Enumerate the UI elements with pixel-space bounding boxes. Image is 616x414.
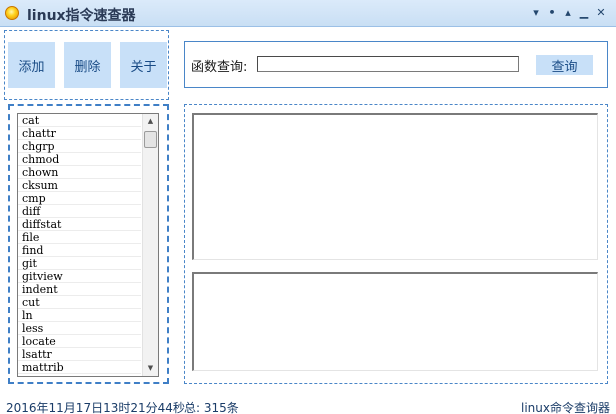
dot-menu-icon[interactable]: • <box>545 4 559 22</box>
status-app-name: linux命令查询器 <box>521 401 610 414</box>
collapse-up-icon[interactable]: ▴ <box>561 4 575 22</box>
list-item[interactable]: chmod <box>18 153 141 166</box>
command-list: cat chattr chgrp chmod chown cksum cmp diff diff… <box>18 114 141 376</box>
search-input[interactable] <box>257 56 519 72</box>
list-item[interactable]: git <box>18 257 141 270</box>
list-item[interactable]: ln <box>18 309 141 322</box>
list-item[interactable]: chown <box>18 166 141 179</box>
list-item[interactable]: diff <box>18 205 141 218</box>
window-title: linux指令速查器 <box>27 8 136 24</box>
scroll-down-arrow-icon[interactable]: ▼ <box>143 361 158 376</box>
about-button[interactable]: 关于 <box>120 42 167 88</box>
status-datetime: 2016年11月17日13时21分44秒 <box>6 401 185 414</box>
minimize-icon[interactable]: ▁ <box>577 4 591 22</box>
dropdown-menu-icon[interactable]: ▾ <box>529 4 543 22</box>
status-total-count: 总: 315条 <box>184 401 239 414</box>
app-sun-icon <box>5 6 19 20</box>
list-item[interactable]: indent <box>18 283 141 296</box>
list-item[interactable]: diffstat <box>18 218 141 231</box>
list-item[interactable]: cmp <box>18 192 141 205</box>
add-button[interactable]: 添加 <box>8 42 55 88</box>
command-listbox[interactable]: cat chattr chgrp chmod chown cksum cmp diff diff… <box>17 113 159 377</box>
detail-upper-textarea[interactable] <box>192 113 598 260</box>
search-button[interactable]: 查询 <box>536 55 593 75</box>
list-item[interactable]: cat <box>18 114 141 127</box>
scroll-thumb[interactable] <box>144 131 157 148</box>
list-scrollbar[interactable]: ▲ ▼ <box>142 114 158 376</box>
list-item[interactable]: file <box>18 231 141 244</box>
list-item[interactable]: cksum <box>18 179 141 192</box>
delete-button[interactable]: 删除 <box>64 42 111 88</box>
search-label: 函数查询: <box>191 60 248 75</box>
list-item[interactable]: find <box>18 244 141 257</box>
list-item[interactable]: chattr <box>18 127 141 140</box>
list-item[interactable]: less <box>18 322 141 335</box>
list-item[interactable]: mattrib <box>18 361 141 374</box>
list-item[interactable]: gitview <box>18 270 141 283</box>
scroll-up-arrow-icon[interactable]: ▲ <box>143 114 158 129</box>
list-item[interactable]: chgrp <box>18 140 141 153</box>
title-bar: linux指令速查器 ▾ • ▴ ▁ ✕ <box>0 0 616 27</box>
list-item[interactable]: cut <box>18 296 141 309</box>
detail-lower-textarea[interactable] <box>192 272 598 371</box>
close-icon[interactable]: ✕ <box>594 4 608 22</box>
list-item[interactable]: lsattr <box>18 348 141 361</box>
list-item[interactable]: locate <box>18 335 141 348</box>
